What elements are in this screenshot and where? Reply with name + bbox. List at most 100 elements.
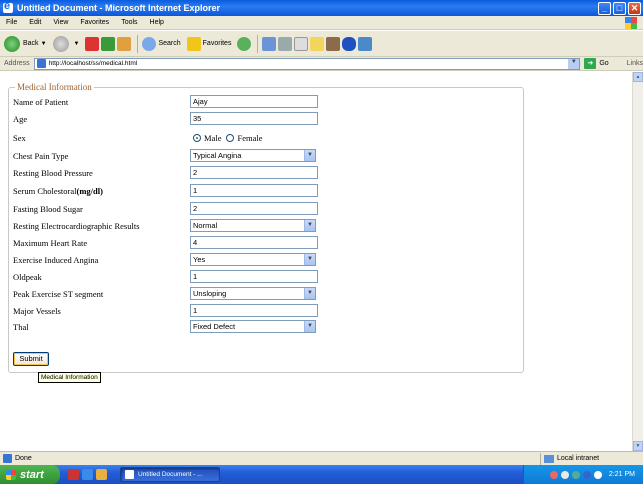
search-icon: [142, 36, 157, 51]
tray-app-icon[interactable]: [549, 470, 558, 479]
maximize-button[interactable]: □: [613, 1, 626, 15]
start-button[interactable]: start: [0, 465, 60, 484]
discuss-icon[interactable]: [310, 36, 325, 51]
field-label: Major Vessels: [13, 306, 61, 316]
toolbar-separator: [137, 34, 139, 53]
search-button[interactable]: Search: [142, 36, 181, 51]
mail-icon[interactable]: [262, 36, 277, 51]
refresh-icon[interactable]: [101, 36, 116, 51]
chevron-down-icon[interactable]: ▼: [41, 41, 47, 47]
minimize-button[interactable]: _: [598, 1, 611, 15]
folder-icon[interactable]: [96, 469, 107, 480]
menu-help[interactable]: Help: [144, 19, 170, 26]
field-label: Oldpeak: [13, 272, 42, 282]
chevron-down-icon[interactable]: ▼: [304, 288, 315, 299]
bluetooth-icon[interactable]: [582, 470, 591, 479]
blood-sugar-input[interactable]: 2: [190, 202, 318, 215]
task-label: Untitled Document - ...: [138, 471, 203, 478]
form-row-ecg: Resting Electrocardiographic Results Nor…: [13, 219, 323, 234]
app-icon[interactable]: [68, 469, 79, 480]
menu-file[interactable]: File: [0, 19, 23, 26]
chevron-down-icon[interactable]: ▼: [304, 254, 315, 265]
chest-pain-select[interactable]: Typical Angina ▼: [190, 149, 316, 162]
blood-pressure-input[interactable]: 2: [190, 166, 318, 179]
chevron-down-icon[interactable]: ▼: [74, 41, 80, 47]
ie-icon[interactable]: [82, 469, 93, 480]
field-label: Chest Pain Type: [13, 151, 69, 161]
home-icon[interactable]: [117, 36, 132, 51]
select-value: Normal: [193, 221, 218, 230]
research-icon[interactable]: [326, 36, 341, 51]
oldpeak-input[interactable]: 1: [190, 270, 318, 283]
form-row-age: Age 35: [13, 112, 323, 127]
page-content: Medical Information Name of Patient Ajay…: [0, 72, 632, 451]
st-segment-select[interactable]: Unsloping ▼: [190, 287, 316, 300]
name-input[interactable]: Ajay: [190, 95, 318, 108]
age-input[interactable]: 35: [190, 112, 318, 125]
chevron-down-icon[interactable]: ▼: [304, 220, 315, 231]
ecg-select[interactable]: Normal ▼: [190, 219, 316, 232]
start-label: start: [20, 468, 44, 481]
menu-favorites[interactable]: Favorites: [74, 19, 115, 26]
thal-select[interactable]: Fixed Defect ▼: [190, 320, 316, 333]
window-title: Untitled Document - Microsoft Internet E…: [17, 3, 221, 13]
menu-bar: File Edit View Favorites Tools Help: [0, 16, 643, 30]
stop-icon[interactable]: [85, 36, 100, 51]
tray-misc-icon[interactable]: [593, 470, 602, 479]
toolbar-separator: [257, 34, 259, 53]
address-url: http://localhost/ss/medical.html: [48, 60, 138, 67]
star-icon: [186, 36, 201, 51]
field-label: Thal: [13, 322, 29, 332]
scroll-down-icon[interactable]: ▼: [633, 441, 643, 451]
form-row-sex: Sex Male Female: [13, 131, 323, 146]
forward-button[interactable]: ▼: [52, 35, 80, 52]
angina-select[interactable]: Yes ▼: [190, 253, 316, 266]
go-button[interactable]: ➜ Go: [584, 58, 609, 69]
vessels-input[interactable]: 1: [190, 304, 318, 317]
favorites-button[interactable]: Favorites: [186, 36, 231, 51]
network-icon[interactable]: [571, 470, 580, 479]
menu-view[interactable]: View: [47, 19, 74, 26]
submit-button[interactable]: Submit: [13, 352, 49, 366]
windows-logo-icon: [6, 469, 16, 480]
messenger-icon[interactable]: [358, 36, 373, 51]
heart-rate-input[interactable]: 4: [190, 236, 318, 249]
menu-tools[interactable]: Tools: [115, 19, 143, 26]
select-value: Fixed Defect: [193, 322, 236, 331]
status-text: Done: [15, 455, 32, 462]
field-label: Fasting Blood Sugar: [13, 204, 83, 214]
vertical-scrollbar[interactable]: ▲ ▼: [632, 72, 643, 451]
form-row-oldpeak: Oldpeak 1: [13, 270, 323, 285]
form-row-vessels: Major Vessels 1: [13, 304, 323, 319]
chevron-down-icon[interactable]: ▼: [304, 150, 315, 161]
cholesterol-input[interactable]: 1: [190, 184, 318, 197]
back-button[interactable]: Back ▼: [4, 35, 47, 52]
form-row-chest-pain: Chest Pain Type Typical Angina ▼: [13, 149, 323, 164]
close-button[interactable]: ✕: [628, 1, 641, 15]
address-input[interactable]: http://localhost/ss/medical.html ▼: [33, 57, 581, 70]
clock: 2:21 PM: [608, 471, 635, 478]
history-icon[interactable]: [237, 36, 252, 51]
toolbar: Back ▼ ▼ Search Favorites: [0, 31, 643, 57]
go-arrow-icon: ➜: [584, 58, 597, 69]
scroll-up-icon[interactable]: ▲: [633, 72, 643, 82]
address-label: Address: [4, 60, 30, 67]
male-radio[interactable]: [193, 134, 201, 142]
taskbar-item-ie[interactable]: Untitled Document - ...: [120, 467, 220, 482]
female-radio[interactable]: [226, 134, 235, 142]
chevron-down-icon[interactable]: ▼: [304, 321, 315, 332]
go-label: Go: [599, 60, 609, 67]
edit-icon[interactable]: [294, 36, 309, 51]
select-value: Yes: [193, 255, 206, 264]
field-label: Exercise Induced Angina: [13, 255, 99, 265]
menu-edit[interactable]: Edit: [23, 19, 47, 26]
bluetooth-icon[interactable]: [342, 36, 357, 51]
print-icon[interactable]: [278, 36, 293, 51]
page-icon: [36, 59, 46, 68]
chevron-down-icon[interactable]: ▼: [568, 58, 580, 69]
quick-launch: [68, 469, 110, 480]
links-button[interactable]: Links: [627, 60, 643, 67]
field-label: Maximum Heart Rate: [13, 238, 88, 248]
volume-icon[interactable]: [560, 470, 569, 479]
select-value: Typical Angina: [193, 151, 242, 160]
